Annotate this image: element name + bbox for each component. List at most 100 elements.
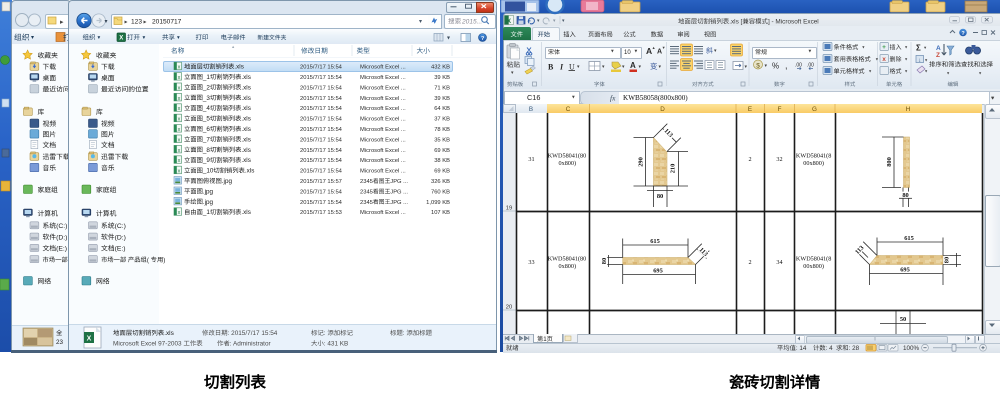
svg-text:695: 695 <box>653 267 663 274</box>
svg-text:64 KB: 64 KB <box>434 106 450 112</box>
svg-text:2015/7/17 15:54: 2015/7/17 15:54 <box>300 75 343 81</box>
svg-text:100%: 100% <box>903 345 920 352</box>
svg-text:▾: ▾ <box>905 45 908 50</box>
svg-text:▾: ▾ <box>979 71 982 76</box>
svg-text:1,099 KB: 1,099 KB <box>426 200 450 206</box>
svg-text:: 14: : 14 <box>796 345 807 352</box>
svg-text:Microsoft Excel ...: Microsoft Excel ... <box>360 65 406 71</box>
svg-text:x: x <box>178 85 181 91</box>
svg-text:_3: _3 <box>202 95 211 102</box>
svg-text:Microsoft Excel ...: Microsoft Excel ... <box>360 106 406 112</box>
svg-text:2: 2 <box>748 156 751 163</box>
svg-text:37 KB: 37 KB <box>434 117 450 123</box>
svg-text:▾: ▾ <box>862 45 865 50</box>
svg-text:2015/7/17 15:54: 2015/7/17 15:54 <box>300 158 343 164</box>
svg-text:(D:): (D:) <box>56 234 67 241</box>
svg-text:39 KB: 39 KB <box>434 96 450 102</box>
svg-text:0x800): 0x800) <box>559 160 577 167</box>
svg-text:.xls: .xls <box>245 168 254 175</box>
svg-text:Σ: Σ <box>916 44 921 53</box>
svg-text:.xls: .xls <box>241 74 250 81</box>
svg-text:20150717: 20150717 <box>152 19 182 26</box>
svg-text:▾: ▾ <box>905 57 908 62</box>
svg-text:78 KB: 78 KB <box>434 127 450 133</box>
svg-text:KWB58058(800x800): KWB58058(800x800) <box>623 94 688 102</box>
svg-text:(C:): (C:) <box>56 223 67 230</box>
svg-text:Microsoft Excel ...: Microsoft Excel ... <box>360 169 406 175</box>
svg-text:.xls: .xls <box>241 209 250 216</box>
svg-text:▾: ▾ <box>98 35 101 41</box>
svg-text:2015/7/17 15:54: 2015/7/17 15:54 <box>300 137 343 143</box>
svg-text:x: x <box>178 169 181 175</box>
svg-text:2015/7/17 15:54: 2015/7/17 15:54 <box>300 65 343 71</box>
svg-text:123: 123 <box>131 19 142 26</box>
svg-text:▾: ▾ <box>511 70 514 76</box>
svg-text:: 431 KB: : 431 KB <box>324 341 349 348</box>
svg-text:▸: ▸ <box>60 19 64 26</box>
svg-text:2: 2 <box>748 259 751 266</box>
svg-text:fx: fx <box>610 94 616 103</box>
svg-text:.00: .00 <box>807 63 814 69</box>
svg-text:▾: ▾ <box>714 48 717 54</box>
svg-text:2015/7/17 15:54: 2015/7/17 15:54 <box>300 85 343 91</box>
svg-text:X: X <box>87 336 92 343</box>
svg-text:▾: ▾ <box>622 64 625 70</box>
svg-text:2015/7/17 15:54: 2015/7/17 15:54 <box>300 169 343 175</box>
svg-text:33: 33 <box>528 259 534 266</box>
svg-text::: : <box>403 330 405 337</box>
svg-text:_7: _7 <box>202 136 211 143</box>
svg-text::: : <box>324 330 326 337</box>
svg-text:▾: ▾ <box>562 18 565 24</box>
svg-text:.00: .00 <box>795 63 802 69</box>
svg-text:(C:): (C:) <box>115 223 126 230</box>
svg-text:210: 210 <box>670 164 677 174</box>
svg-text:X: X <box>119 36 123 42</box>
svg-text:1: 1 <box>543 336 547 343</box>
svg-text:%: % <box>772 62 779 71</box>
svg-text:2345: 2345 <box>360 179 373 185</box>
svg-text:80: 80 <box>902 192 908 199</box>
svg-text:JPG ...: JPG ... <box>390 189 408 195</box>
svg-text:2345: 2345 <box>360 189 373 195</box>
svg-text:50: 50 <box>900 316 906 323</box>
svg-text:Microsoft Excel ...: Microsoft Excel ... <box>360 96 406 102</box>
svg-text:800: 800 <box>886 157 893 167</box>
svg-text:.jpg: .jpg <box>222 178 233 185</box>
svg-text:▾: ▾ <box>659 64 662 70</box>
svg-text:290: 290 <box>638 157 645 167</box>
svg-text:▾: ▾ <box>876 57 879 62</box>
svg-text:Microsoft Excel ...: Microsoft Excel ... <box>360 148 406 154</box>
svg-text:H: H <box>906 106 911 113</box>
svg-text:20: 20 <box>506 305 512 311</box>
svg-text:695: 695 <box>900 266 910 273</box>
svg-text:x: x <box>178 65 181 71</box>
svg-text:x: x <box>178 127 181 133</box>
svg-text:: 28: : 28 <box>849 345 860 352</box>
svg-text:2015/7/17 15:54: 2015/7/17 15:54 <box>300 200 343 206</box>
svg-text:B: B <box>529 106 533 113</box>
svg-text:↓: ↓ <box>918 57 921 63</box>
svg-text:35 KB: 35 KB <box>434 137 450 143</box>
svg-text:_9: _9 <box>202 157 211 164</box>
svg-text:I: I <box>559 63 564 72</box>
svg-text:▾: ▾ <box>143 35 146 41</box>
svg-text:69 KB: 69 KB <box>434 148 450 154</box>
svg-text:x: x <box>178 96 181 102</box>
svg-text:x: x <box>882 56 886 63</box>
svg-text:.xls [: .xls [ <box>729 19 742 26</box>
svg-text:E: E <box>748 106 752 113</box>
svg-text:Microsoft Excel ...: Microsoft Excel ... <box>360 85 406 91</box>
svg-text:▾: ▾ <box>924 45 927 50</box>
svg-text:] - Microsoft Excel: ] - Microsoft Excel <box>768 19 819 26</box>
svg-text:▾: ▾ <box>809 49 812 55</box>
svg-text:.jpg: .jpg <box>203 188 214 195</box>
svg-text:31: 31 <box>528 156 534 163</box>
svg-text:▾: ▾ <box>419 19 422 25</box>
svg-text:(: ( <box>147 257 150 264</box>
svg-text:39 KB: 39 KB <box>434 75 450 81</box>
svg-text:.xls: .xls <box>241 95 250 102</box>
svg-text:A: A <box>936 45 941 52</box>
svg-text:Microsoft Excel ...: Microsoft Excel ... <box>360 158 406 164</box>
svg-text:2015/7/17 15:57: 2015/7/17 15:57 <box>300 179 342 185</box>
svg-text:KWD58041(80: KWD58041(80 <box>548 153 587 160</box>
